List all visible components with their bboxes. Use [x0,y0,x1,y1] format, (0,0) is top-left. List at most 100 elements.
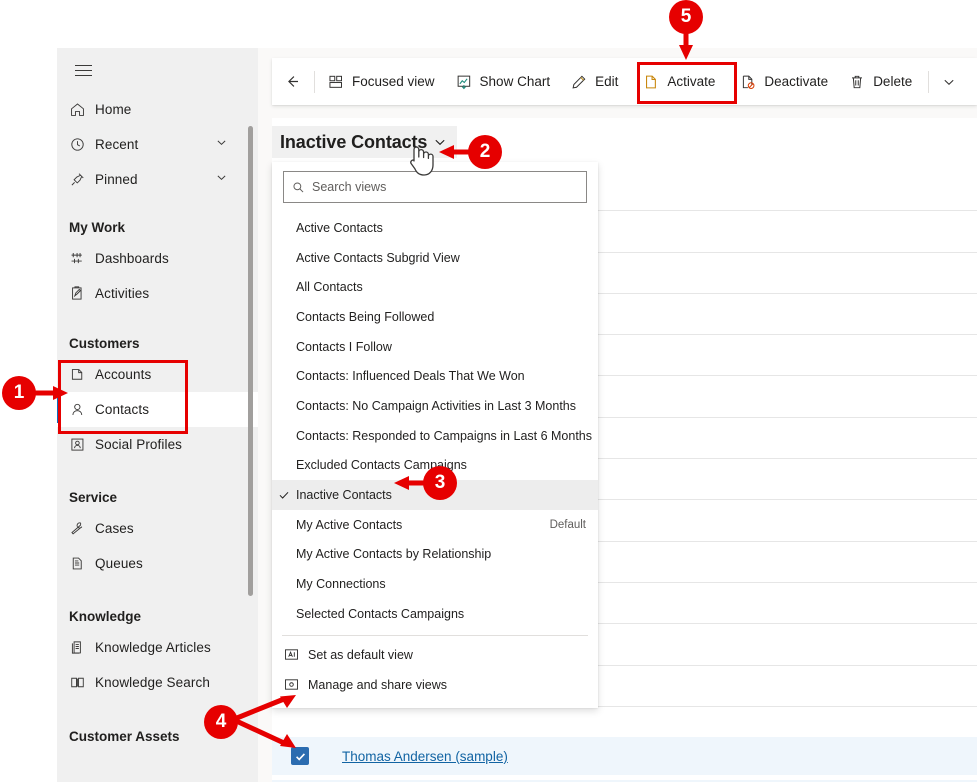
sidebar-item-label: Social Profiles [95,437,182,452]
delete-trash-icon [848,73,866,91]
menu-item-label: My Active Contacts by Relationship [296,547,491,561]
delete-label: Delete [873,74,912,89]
sidebar-item-label: Cases [95,521,134,536]
menu-item-label: Contacts: Responded to Campaigns in Last… [296,429,592,443]
sidebar-item-contacts[interactable]: Contacts [57,392,258,427]
search-views-placeholder: Search views [312,180,386,194]
sidebar-item-knowledge-articles[interactable]: Knowledge Articles [57,630,258,665]
sidebar-group-knowledge: Knowledge [57,581,258,630]
activities-icon [69,284,95,304]
contact-icon [69,400,95,420]
edit-button[interactable]: Edit [560,63,628,101]
sidebar: Home Recent [57,48,259,782]
menu-item-label: My Active Contacts [296,518,402,532]
sidebar-item-knowledge-search[interactable]: Knowledge Search [57,665,258,700]
menu-item-active-contacts[interactable]: Active Contacts [272,213,598,243]
menu-item-label: Contacts Being Followed [296,310,434,324]
more-commands-chevron-icon[interactable] [931,63,967,101]
menu-item-label: Selected Contacts Campaigns [296,607,464,621]
clock-icon [69,135,95,155]
menu-item-active-contacts-subgrid-view[interactable]: Active Contacts Subgrid View [272,243,598,273]
menu-item-label: Contacts I Follow [296,340,392,354]
menu-action-manage-and-share-views[interactable]: Manage and share views [272,670,598,700]
view-selector-button[interactable]: Inactive Contacts [272,126,457,158]
menu-item-my-active-contacts[interactable]: My Active Contacts Default [272,510,598,540]
menu-action-label: Manage and share views [308,678,447,692]
table-row-selected[interactable]: Thomas Andersen (sample) [272,737,977,776]
article-icon [69,638,95,658]
sidebar-item-cases[interactable]: Cases [57,511,258,546]
sidebar-group-my-work: My Work [57,197,258,241]
sidebar-item-pinned[interactable]: Pinned [57,162,258,197]
focused-view-button[interactable]: Focused view [317,63,445,101]
annotation-marker-1: 1 [2,376,36,410]
sidebar-item-label: Queues [95,556,143,571]
sidebar-item-accounts[interactable]: Accounts [57,357,258,392]
menu-item-label: All Contacts [296,280,363,294]
social-profile-icon [69,435,95,455]
menu-action-set-as-default-view[interactable]: Set as default view [272,640,598,670]
accounts-icon [69,365,95,385]
contact-name-link[interactable]: Thomas Andersen (sample) [342,749,508,764]
delete-button[interactable]: Delete [838,63,922,101]
chevron-down-icon[interactable] [215,136,228,154]
menu-item-my-active-contacts-by-relationship[interactable]: My Active Contacts by Relationship [272,540,598,570]
menu-item-contacts-responded-to-campaigns[interactable]: Contacts: Responded to Campaigns in Last… [272,421,598,451]
menu-item-contacts-influenced-deals[interactable]: Contacts: Influenced Deals That We Won [272,361,598,391]
deactivate-button[interactable]: Deactivate [729,63,838,101]
sidebar-item-queues[interactable]: Queues [57,546,258,581]
view-menu-list: Active Contacts Active Contacts Subgrid … [272,209,598,629]
pin-icon [69,170,95,190]
search-icon [292,181,305,194]
dashboard-icon [69,249,95,269]
menu-item-selected-contacts-campaigns[interactable]: Selected Contacts Campaigns [272,599,598,629]
set-default-view-icon [283,647,299,663]
command-bar-divider-2 [928,71,929,93]
command-bar: Focused view Show Chart [272,58,977,105]
sidebar-item-recent[interactable]: Recent [57,127,258,162]
search-views-input[interactable]: Search views [283,171,587,203]
view-selector-label: Inactive Contacts [280,132,427,153]
back-arrow-icon[interactable] [272,58,312,105]
chevron-down-icon[interactable] [215,171,228,189]
menu-item-my-connections[interactable]: My Connections [272,569,598,599]
activate-command-button[interactable]: Activate [628,63,729,101]
menu-divider [282,635,588,636]
sidebar-item-label: Knowledge Articles [95,640,211,655]
menu-item-label: Inactive Contacts [296,488,392,502]
menu-item-label: Contacts: Influenced Deals That We Won [296,369,525,383]
menu-item-all-contacts[interactable]: All Contacts [272,272,598,302]
view-selector-dropdown: Search views Active Contacts Active Cont… [272,162,598,708]
menu-item-contacts-no-campaign-activities[interactable]: Contacts: No Campaign Activities in Last… [272,391,598,421]
hamburger-menu-icon[interactable] [70,57,96,83]
annotation-marker-2: 2 [468,135,502,169]
annotation-marker-5: 5 [669,0,703,34]
row-checkbox[interactable] [291,747,309,765]
checkmark-icon [278,489,290,501]
focused-view-icon [327,73,345,91]
menu-action-label: Set as default view [308,648,413,662]
sidebar-item-social-profiles[interactable]: Social Profiles [57,427,258,462]
menu-item-contacts-i-follow[interactable]: Contacts I Follow [272,332,598,362]
sidebar-scrollbar-thumb[interactable] [248,126,253,596]
sidebar-item-label: Home [95,102,131,117]
show-chart-label: Show Chart [480,74,551,89]
sidebar-item-home[interactable]: Home [57,92,258,127]
sidebar-item-label: Contacts [95,402,149,417]
focused-view-label: Focused view [352,74,435,89]
edit-pencil-icon [570,73,588,91]
show-chart-icon [455,73,473,91]
sidebar-group-service: Service [57,462,258,511]
sidebar-item-label: Dashboards [95,251,169,266]
sidebar-item-dashboards[interactable]: Dashboards [57,241,258,276]
menu-item-label: My Connections [296,577,386,591]
menu-item-contacts-being-followed[interactable]: Contacts Being Followed [272,302,598,332]
sidebar-item-label: Accounts [95,367,151,382]
menu-item-label: Contacts: No Campaign Activities in Last… [296,399,576,413]
edit-label: Edit [595,74,618,89]
show-chart-button[interactable]: Show Chart [445,63,561,101]
sidebar-item-label: Knowledge Search [95,675,210,690]
annotation-marker-3: 3 [423,466,457,500]
sidebar-item-activities[interactable]: Activities [57,276,258,311]
sidebar-item-label: Activities [95,286,149,301]
